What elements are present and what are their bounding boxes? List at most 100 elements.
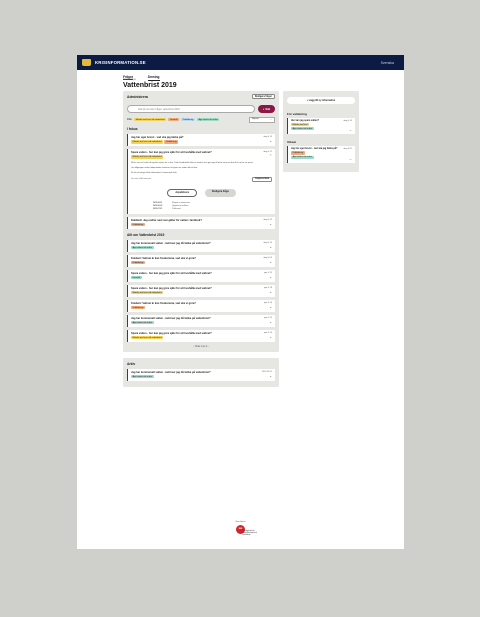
question-date: igår kl 10 — [263, 331, 272, 334]
drafts-title: Utkast — [287, 140, 297, 145]
crumb-topic[interactable]: Ämning — [147, 75, 160, 81]
sort-label: Nyaste — [252, 118, 259, 121]
pagination[interactable]: ‹ Sida 1 av 4 › — [127, 345, 275, 348]
validation-title: För validering — [287, 112, 307, 116]
status-badge: Dubblering — [164, 140, 179, 144]
search-button[interactable]: ⌕ Sök — [258, 105, 275, 113]
archive-title: Arkiv — [127, 361, 136, 366]
validation-item[interactable]: Hur kan jag spara vatten? idag kl 14 Mind… — [287, 118, 355, 135]
edit-questions-button[interactable]: Redigera frågor — [251, 94, 275, 99]
log-entry: 2019-07-01 Publicerad — [153, 208, 272, 211]
status-badge: Mindre om krav vid vattenbrist — [131, 140, 164, 144]
question-item[interactable]: Jag har kommunalt vatten - behöver jag d… — [127, 314, 275, 327]
question-item[interactable]: Spara vatten - hur kan jag göra själv fö… — [127, 284, 275, 297]
sidebar-card: + Lägg till ny information För validerin… — [283, 91, 359, 172]
question-title: Jag har eget brunn - vad ska jag tänka p… — [131, 135, 184, 139]
chevron-down-icon[interactable]: ⌄ — [269, 374, 272, 379]
draft-item[interactable]: Jag har eget brunn - vad ska jag tänka p… — [287, 146, 355, 163]
chevron-down-icon[interactable]: ⌄ — [269, 260, 272, 265]
question-date: idag kl 14 — [263, 135, 272, 138]
brand-name: KRISINFORMATION.SE — [95, 60, 146, 65]
question-date: igår kl 14 — [263, 316, 272, 319]
question-title: Kokbart: Vattnet är kan förekomma, vad s… — [131, 256, 196, 260]
question-title: Hur kan jag spara vatten? — [291, 120, 320, 122]
status-badge: Äga status att verka — [131, 246, 154, 250]
status-badge: Mindre om krav vid vattenbrist — [131, 155, 164, 159]
copy-link-button[interactable]: Kopiera länk — [252, 176, 272, 182]
question-title: Dubblett: Jag undrar vad som gäller för … — [131, 218, 202, 222]
chevron-down-icon[interactable]: ⌄ — [269, 320, 272, 325]
page: KRISINFORMATION.SE Svenska Frågor Skicka… — [77, 55, 404, 549]
chevron-up-icon[interactable]: ⌃ — [269, 155, 272, 159]
status-badge: Dubblering — [131, 261, 145, 265]
question-title: Spara vatten - hur kan jag göra själv fö… — [131, 331, 212, 335]
search-button-label: Sök — [265, 107, 271, 111]
question-date: igår kl 19 — [263, 271, 272, 274]
question-title: Spara vatten - hur kan jag göra själv fö… — [131, 271, 212, 275]
question-date: idag kl 10 — [263, 218, 272, 221]
status-badge: Kontroll — [131, 276, 142, 280]
question-date: idag kl 14 — [343, 120, 352, 122]
chevron-down-icon[interactable]: ⌄ — [269, 335, 272, 340]
status-badge: Äga status att verka — [291, 127, 314, 131]
chevron-down-icon[interactable]: ⌄ — [269, 140, 272, 144]
chevron-right-icon[interactable]: › — [208, 345, 209, 348]
footer-text: Utvecklad av — [235, 521, 246, 523]
status-badge: Mindre om krav vid vattenbrist — [131, 336, 164, 340]
question-item-expanded[interactable]: Spara vatten - hur kan jag göra själv fö… — [127, 148, 275, 214]
log-text: Publicerad — [172, 207, 181, 210]
status-badge: Äga status att verka — [131, 321, 154, 325]
question-date: idag kl 10 — [263, 241, 272, 244]
crumb-questions-sub: Skicka fråga — [123, 79, 136, 81]
logo[interactable]: KRISINFORMATION.SE — [82, 59, 146, 66]
filter-chip[interactable]: Dubblering — [181, 118, 195, 122]
chevron-down-icon[interactable]: ⌄ — [269, 305, 272, 310]
admin-card: Administrera Redigera frågor Sök på ord … — [123, 91, 279, 352]
question-title: Spara vatten - hur kan jag göra själv fö… — [131, 150, 212, 154]
filter-chip[interactable]: Äga status att verka — [196, 118, 220, 122]
crown-icon — [82, 59, 91, 66]
log-date: 2019-07-01 — [153, 207, 163, 210]
chevron-down-icon[interactable]: ⌄ — [269, 275, 272, 280]
question-item[interactable]: Kokbart: Vattnet är kan förekomma, vad s… — [127, 254, 275, 267]
unpublish-button[interactable]: Avpublicera — [167, 188, 197, 197]
sidebar: + Lägg till ny information För validerin… — [283, 91, 359, 176]
question-date: igår kl 16 — [263, 301, 272, 304]
question-item[interactable]: Dubblett: Jag undrar vad som gäller för … — [127, 216, 275, 229]
add-information-button[interactable]: + Lägg till ny information — [287, 97, 355, 104]
question-date: igår kl 18 — [263, 286, 272, 289]
question-item[interactable]: Jag har kommunalt vatten - behöver jag d… — [127, 368, 275, 381]
question-title: Jag har eget brunn - vad ska jag tänka p… — [291, 148, 338, 151]
status-badge: Äga status att verka — [131, 375, 154, 379]
source-link[interactable]: Läs mer källa kommun — [131, 178, 151, 180]
question-title: Jag har kommunalt vatten - behöver jag d… — [131, 241, 211, 245]
status-badge: Äga status att verka — [291, 155, 314, 159]
search-input[interactable]: Sök på ord eller fråga i vattenbrist 201… — [127, 105, 255, 113]
history-log: 2019-06-21 Skapad av kommunen 2019-06-25 U… — [153, 202, 272, 211]
all-title: Allt om Vattenbrist 2019 — [127, 232, 165, 237]
question-item[interactable]: Kokbart: Vattnet är kan förekomma, vad s… — [127, 299, 275, 312]
question-date: idag kl 12 — [263, 150, 272, 153]
status-badge: Dubblering — [131, 223, 145, 227]
sort-select[interactable]: Nyaste ⌄ — [249, 117, 275, 123]
answer-paragraph: Ni för vara att raka tid mycket vatten ä… — [131, 161, 254, 164]
chevron-down-icon: ⌄ — [270, 119, 272, 122]
page-title: Vattenbrist 2019 — [123, 82, 177, 89]
chevron-down-icon[interactable]: ⌄ — [269, 290, 272, 295]
question-item[interactable]: Jag har eget brunn - vad ska jag tänka p… — [127, 133, 275, 146]
main-column: Administrera Redigera frågor Sök på ord … — [123, 91, 279, 391]
question-item[interactable]: Spara vatten - hur kan jag göra själv fö… — [127, 329, 275, 342]
chevron-down-icon[interactable]: ⌄ — [269, 222, 272, 227]
question-item[interactable]: Spara vatten - hur kan jag göra själv fö… — [127, 269, 275, 282]
chevron-down-icon[interactable]: ⌄ — [269, 245, 272, 250]
admin-title: Administrera — [127, 94, 148, 99]
question-answer: Ni för vara att raka tid mycket vatten ä… — [131, 162, 272, 175]
answer-paragraph: Om tillgången under tidsperioden kommer … — [131, 166, 198, 169]
question-item[interactable]: Jag har kommunalt vatten - behöver jag d… — [127, 239, 275, 252]
archive-card: Arkiv Jag har kommunalt vatten - behöver… — [123, 357, 279, 387]
footer: Utvecklad av MSB Myndigheten för samhäll… — [77, 521, 404, 536]
filter-chip[interactable]: Kontroll — [168, 118, 180, 122]
edit-question-button[interactable]: Redigera fråga — [204, 188, 236, 197]
language-link[interactable]: Svenska — [381, 61, 394, 65]
filter-chip[interactable]: Mindre om krav vid vattenbrist — [134, 118, 167, 122]
